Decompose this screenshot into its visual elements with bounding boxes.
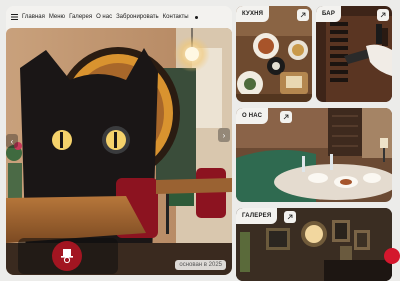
kitchen-label: КУХНЯ — [236, 6, 270, 22]
kitchen-card[interactable]: КУХНЯ — [236, 6, 312, 102]
top-navigation: Главная Меню Галерея О нас Забронировать… — [6, 6, 232, 28]
hero-card: Главная Меню Галерея О нас Забронировать… — [6, 6, 232, 275]
chevron-left-icon[interactable]: ‹ — [6, 134, 18, 148]
gallery-label: ГАЛЕРЕЯ — [236, 208, 278, 224]
arrow-up-right-icon[interactable] — [377, 9, 389, 21]
hamburger-menu-icon[interactable] — [6, 14, 22, 20]
arrow-up-right-icon[interactable] — [280, 111, 292, 123]
top-hat-logo-icon[interactable] — [52, 241, 82, 271]
nav-link-contacts[interactable]: Контакты — [163, 14, 189, 20]
chevron-right-icon[interactable]: › — [218, 128, 230, 142]
bar-label: БАР — [316, 6, 342, 22]
nav-dot — [194, 15, 198, 19]
bar-card[interactable]: БАР — [316, 6, 392, 102]
gallery-card[interactable]: ГАЛЕРЕЯ — [236, 208, 392, 281]
logo-badge — [18, 238, 118, 274]
arrow-up-right-icon[interactable] — [284, 211, 296, 223]
page: Главная Меню Галерея О нас Забронировать… — [0, 0, 400, 281]
arrow-up-right-icon[interactable] — [297, 9, 309, 21]
about-card[interactable]: О НАС — [236, 108, 392, 202]
nav-link-home[interactable]: Главная — [22, 14, 45, 20]
about-label: О НАС — [236, 108, 269, 124]
nav-link-menu[interactable]: Меню — [49, 14, 65, 20]
nav-link-gallery[interactable]: Галерея — [69, 14, 92, 20]
floating-action-button[interactable] — [384, 248, 400, 264]
nav-link-about[interactable]: О нас — [96, 14, 112, 20]
nav-links: Главная Меню Галерея О нас Забронировать… — [22, 14, 189, 20]
nav-link-booking[interactable]: Забронировать — [116, 14, 159, 20]
founded-caption: основан в 2025 — [175, 260, 226, 270]
